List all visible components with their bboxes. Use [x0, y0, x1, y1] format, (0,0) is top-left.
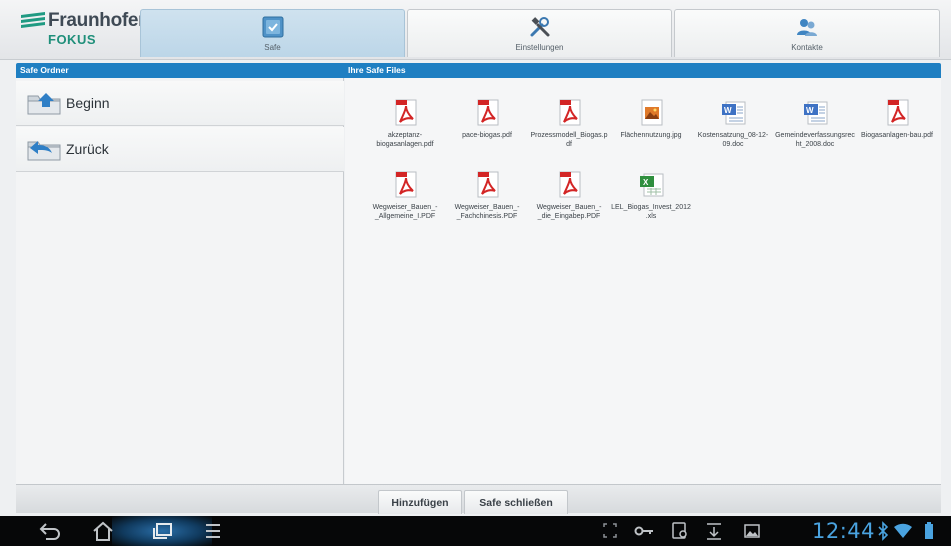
clock: 12:44 — [812, 519, 876, 543]
file-item[interactable]: akzeptanz-biogasanlagen.pdf — [363, 86, 447, 166]
file-item[interactable]: Wegweiser_Bauen_-_Allgemeine_I.PDF — [363, 158, 447, 238]
system-nav-bar: 12:44 — [0, 516, 951, 546]
tab-safe[interactable]: Safe — [140, 9, 405, 57]
top-bar: Fraunhofer FOKUS Safe Einstellungen Kont… — [0, 0, 951, 60]
file-name: Biogasanlagen-bau.pdf — [860, 132, 933, 139]
file-item[interactable]: Biogasanlagen-bau.pdf — [855, 86, 939, 166]
contacts-icon — [797, 19, 817, 36]
file-name: Flächennutzung.jpg — [620, 132, 682, 139]
key-icon — [634, 526, 653, 536]
file-item[interactable]: Flächennutzung.jpg — [609, 86, 693, 166]
home-icon[interactable] — [88, 519, 118, 543]
safe-files-header: Ihre Safe Files — [344, 63, 941, 78]
wifi-icon — [894, 523, 912, 538]
file-name: pace-biogas.pdf — [462, 132, 512, 139]
tab-kontakte[interactable]: Kontakte — [674, 9, 940, 57]
pdf-icon — [477, 171, 499, 198]
safe-icon — [262, 16, 283, 38]
menu-icon[interactable] — [198, 519, 228, 543]
image-icon — [641, 99, 663, 126]
folder-panel: Beginn Zurück — [16, 78, 344, 484]
file-item[interactable]: W Gemeindeverfassungsrecht_2008.doc — [773, 86, 857, 166]
tab-einstellungen-label: Einstellungen — [515, 43, 564, 52]
file-name: Wegweiser_Bauen_-_Allgemeine_I.PDF — [372, 204, 438, 220]
file-grid: akzeptanz-biogasanlagen.pdf pace-biogas.… — [345, 78, 941, 484]
file-item[interactable]: Wegweiser_Bauen_-_Fachchinesis.PDF — [445, 158, 529, 238]
screenshot-icon — [672, 522, 687, 539]
brand-sub: FOKUS — [48, 32, 96, 47]
tab-safe-label: Safe — [264, 43, 281, 52]
file-name: Gemeindeverfassungsrecht_2008.doc — [775, 132, 855, 148]
hinzufuegen-button[interactable]: Hinzufügen — [378, 490, 462, 514]
file-name: LEL_Biogas_Invest_2012.xls — [611, 204, 691, 220]
nav-item-zurueck-label: Zurück — [66, 141, 109, 157]
file-name: Wegweiser_Bauen_-_die_Eingabep.PDF — [536, 204, 602, 220]
pdf-icon — [395, 171, 417, 198]
battery-icon — [925, 522, 933, 539]
app-window: Fraunhofer FOKUS Safe Einstellungen Kont… — [0, 0, 951, 546]
nav-item-beginn-label: Beginn — [66, 95, 110, 111]
file-name: Prozessmodell_Biogas.pdf — [530, 132, 608, 148]
file-name: Wegweiser_Bauen_-_Fachchinesis.PDF — [454, 204, 520, 220]
xls-icon: X — [640, 173, 664, 197]
doc-icon: W — [722, 101, 746, 125]
tab-einstellungen[interactable]: Einstellungen — [407, 9, 672, 57]
file-item[interactable]: W Kostensatzung_08-12-09.doc — [691, 86, 775, 166]
fraunhofer-logo-icon — [21, 12, 45, 28]
recent-apps-icon[interactable] — [148, 519, 178, 543]
svg-text:W: W — [724, 106, 732, 115]
fraunhofer-logo: Fraunhofer FOKUS — [18, 8, 146, 54]
pdf-icon — [477, 99, 499, 126]
brand-name: Fraunhofer — [48, 10, 146, 31]
pdf-icon — [559, 171, 581, 198]
file-item[interactable]: pace-biogas.pdf — [445, 86, 529, 166]
pdf-icon — [395, 99, 417, 126]
file-name: akzeptanz-biogasanlagen.pdf — [376, 132, 434, 148]
bluetooth-icon — [878, 521, 889, 541]
file-name: Kostensatzung_08-12-09.doc — [697, 132, 769, 148]
nav-item-zurueck[interactable]: Zurück — [16, 127, 344, 172]
tab-kontakte-label: Kontakte — [791, 43, 823, 52]
back-folder-icon — [27, 141, 61, 161]
back-icon[interactable] — [36, 519, 66, 543]
fullscreen-icon — [603, 523, 617, 538]
home-folder-icon — [27, 93, 61, 115]
gallery-icon — [744, 524, 760, 538]
svg-text:X: X — [643, 178, 649, 187]
pdf-icon — [887, 99, 909, 126]
pdf-icon — [559, 99, 581, 126]
file-item[interactable]: Prozessmodell_Biogas.pdf — [527, 86, 611, 166]
svg-text:W: W — [806, 106, 814, 115]
file-item[interactable]: Wegweiser_Bauen_-_die_Eingabep.PDF — [527, 158, 611, 238]
file-item[interactable]: X LEL_Biogas_Invest_2012.xls — [609, 158, 693, 238]
safe-schliessen-button[interactable]: Safe schließen — [464, 490, 568, 514]
download-icon — [707, 523, 721, 540]
action-bar: Hinzufügen Safe schließen — [16, 484, 941, 514]
nav-item-beginn[interactable]: Beginn — [16, 81, 344, 126]
tools-icon — [530, 17, 549, 37]
doc-icon: W — [804, 101, 828, 125]
safe-ordner-header: Safe Ordner — [16, 63, 344, 78]
